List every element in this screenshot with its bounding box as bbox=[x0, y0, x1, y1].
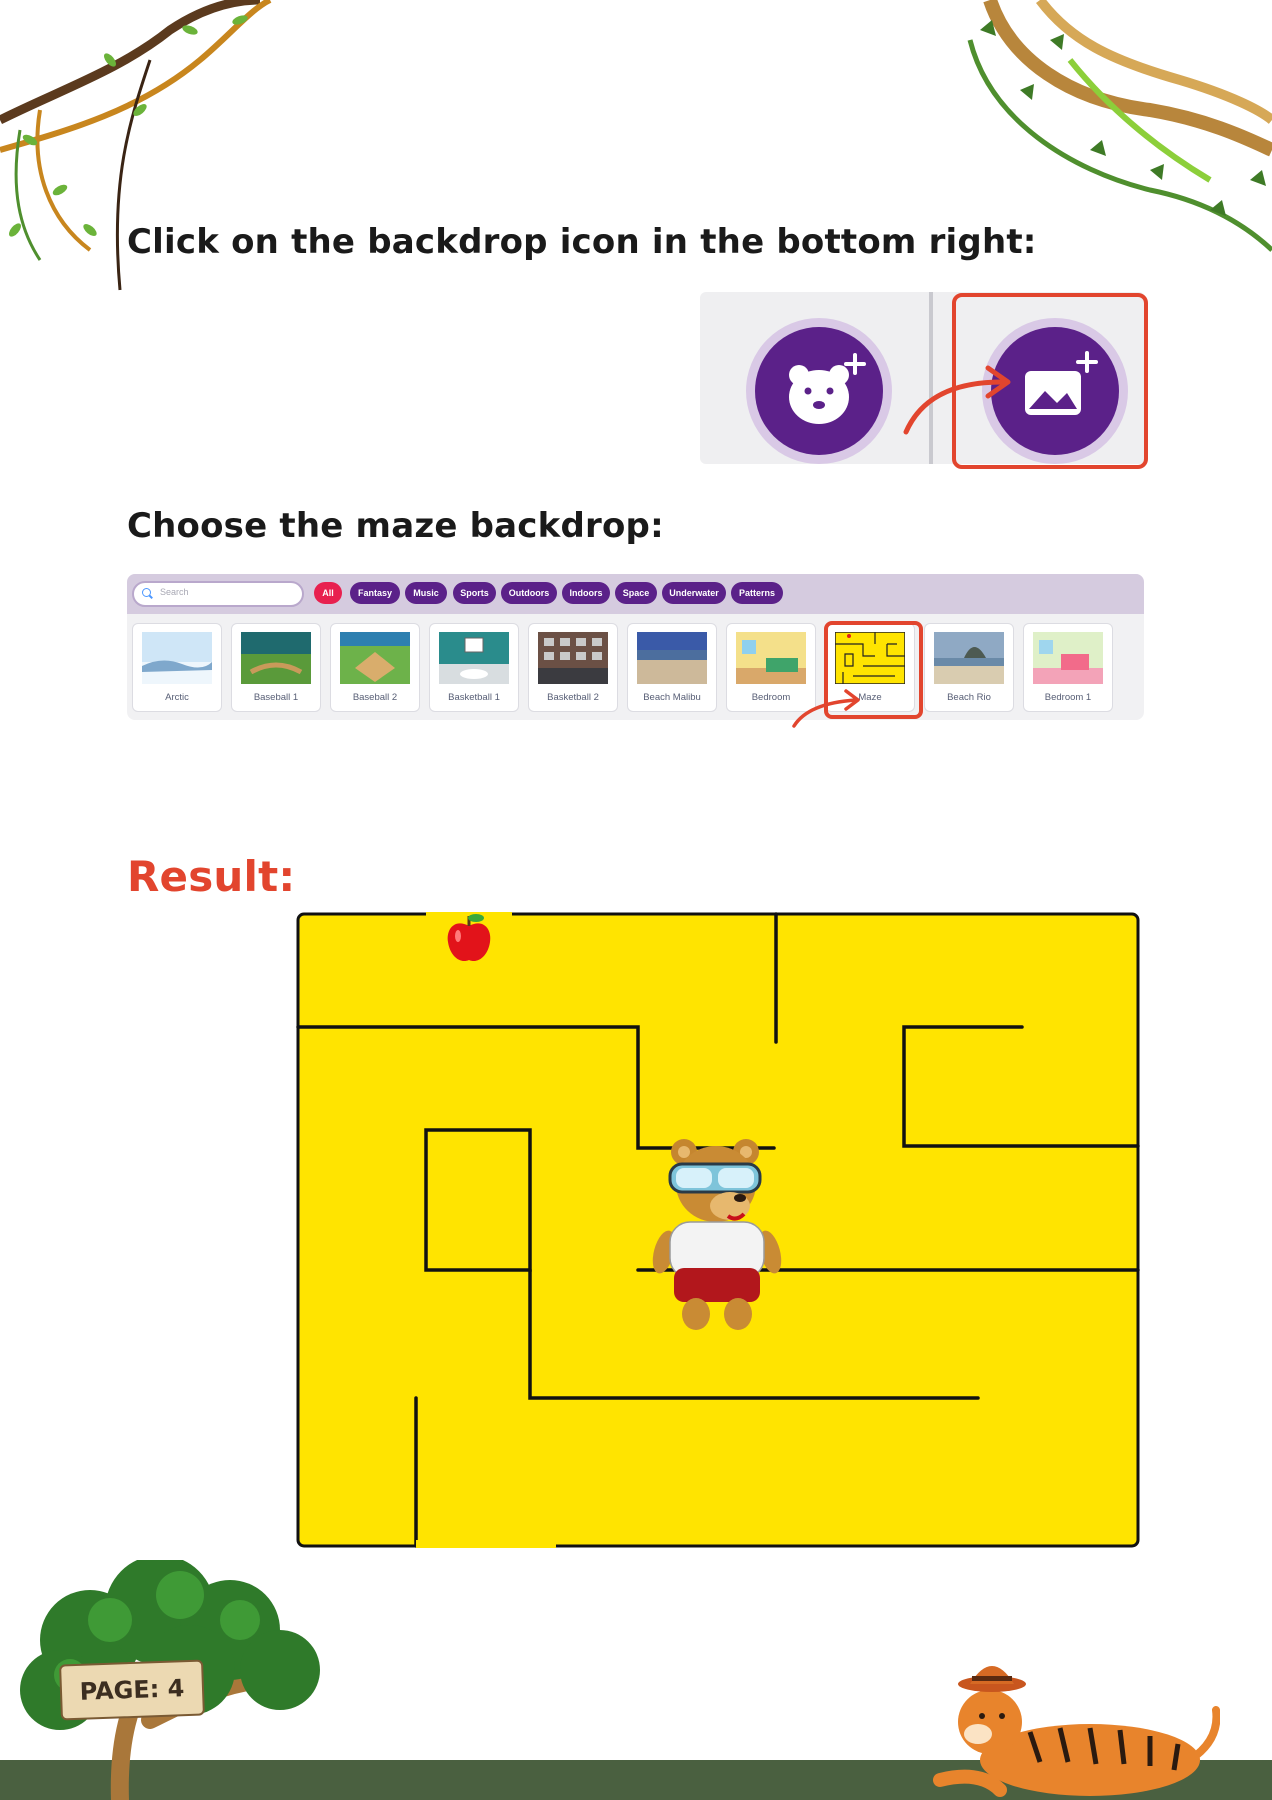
bear-sprite[interactable] bbox=[652, 1132, 782, 1330]
backdrop-tile-baseball-1[interactable]: Baseball 1 bbox=[231, 623, 321, 712]
search-placeholder: Search bbox=[160, 587, 189, 597]
filter-patterns[interactable]: Patterns bbox=[731, 582, 783, 604]
backdrop-tile-beach-malibu[interactable]: Beach Malibu bbox=[627, 623, 717, 712]
library-filter-bar: Search All Fantasy Music Sports Outdoors… bbox=[127, 574, 1144, 614]
filter-fantasy[interactable]: Fantasy bbox=[350, 582, 400, 604]
bedroom-1-thumbnail bbox=[1033, 632, 1103, 684]
filter-music[interactable]: Music bbox=[405, 582, 447, 604]
bear-face-icon bbox=[789, 353, 866, 424]
backdrop-library: Search All Fantasy Music Sports Outdoors… bbox=[127, 574, 1144, 720]
beach-malibu-thumbnail bbox=[637, 632, 707, 684]
vine-decoration-right bbox=[967, 0, 1272, 252]
step1-instruction: Click on the backdrop icon in the bottom… bbox=[127, 222, 1037, 262]
step2-instruction: Choose the maze backdrop: bbox=[127, 506, 664, 546]
backdrop-tile-basketball-2[interactable]: Basketball 2 bbox=[528, 623, 618, 712]
backdrop-tile-beach-rio[interactable]: Beach Rio bbox=[924, 623, 1014, 712]
basketball-2-thumbnail bbox=[538, 632, 608, 684]
choose-sprite-button[interactable] bbox=[746, 318, 892, 464]
backdrop-tile-arctic[interactable]: Arctic bbox=[132, 623, 222, 712]
baseball-2-thumbnail bbox=[340, 632, 410, 684]
filter-sports[interactable]: Sports bbox=[453, 582, 496, 604]
backdrop-tile-bedroom-1[interactable]: Bedroom 1 bbox=[1023, 623, 1113, 712]
filter-outdoors[interactable]: Outdoors bbox=[501, 582, 557, 604]
backdrop-tile-baseball-2[interactable]: Baseball 2 bbox=[330, 623, 420, 712]
search-input[interactable]: Search bbox=[132, 581, 304, 607]
result-heading: Result: bbox=[127, 852, 296, 901]
page-number-badge: PAGE: 4 bbox=[59, 1659, 205, 1721]
page-number: PAGE: 4 bbox=[79, 1674, 185, 1706]
arctic-thumbnail bbox=[142, 632, 212, 684]
filter-all[interactable]: All bbox=[314, 582, 342, 604]
beach-rio-thumbnail bbox=[934, 632, 1004, 684]
filter-indoors[interactable]: Indoors bbox=[562, 582, 610, 604]
pointer-arrow bbox=[903, 365, 1011, 435]
filter-space[interactable]: Space bbox=[615, 582, 657, 604]
basketball-1-thumbnail bbox=[439, 632, 509, 684]
backdrop-tile-basketball-1[interactable]: Basketball 1 bbox=[429, 623, 519, 712]
pointer-arrow-maze bbox=[792, 689, 860, 728]
bedroom-thumbnail bbox=[736, 632, 806, 684]
search-icon bbox=[142, 588, 151, 597]
tiger-decoration bbox=[933, 1666, 1220, 1797]
baseball-1-thumbnail bbox=[241, 632, 311, 684]
filter-underwater[interactable]: Underwater bbox=[662, 582, 726, 604]
apple-sprite[interactable] bbox=[444, 912, 494, 964]
